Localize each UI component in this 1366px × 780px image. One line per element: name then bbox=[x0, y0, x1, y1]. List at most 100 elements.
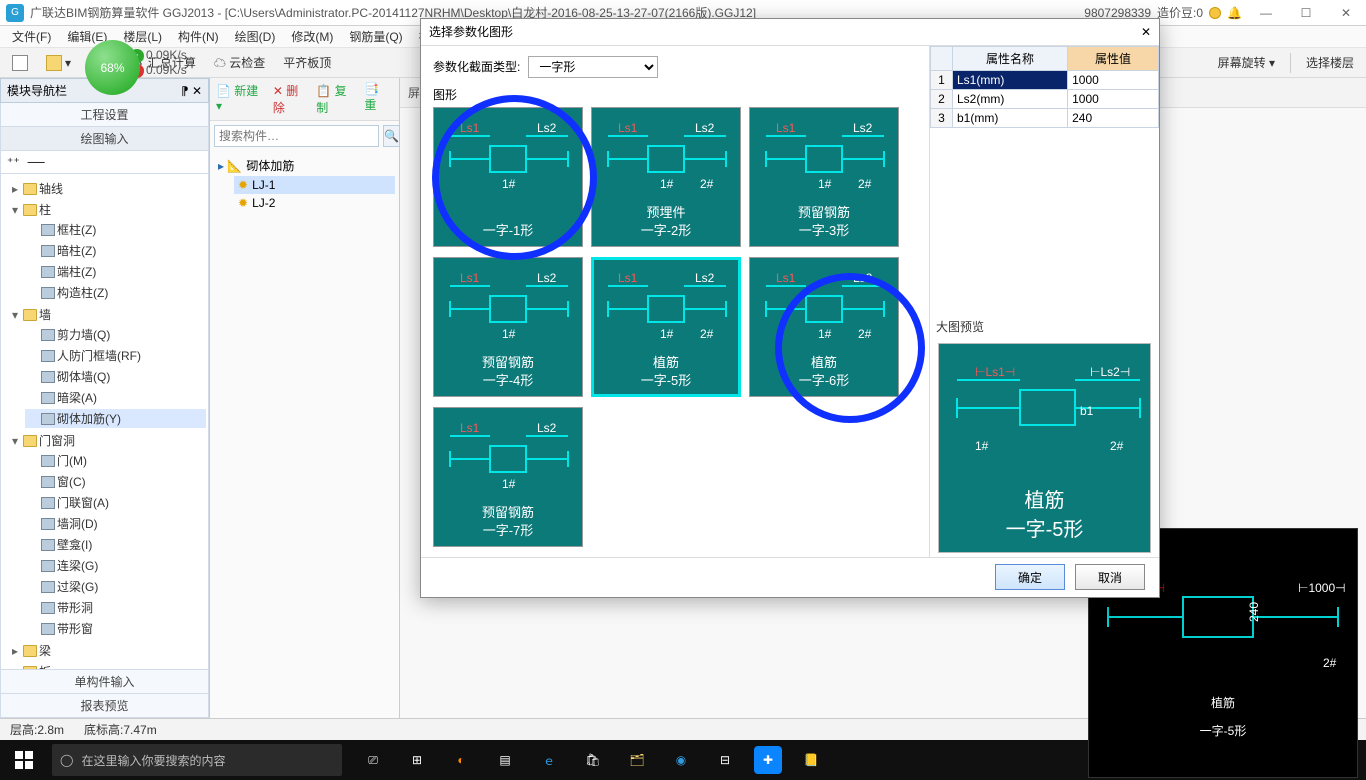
menu-rebar[interactable]: 钢筋量(Q) bbox=[343, 26, 408, 47]
close-button[interactable]: ✕ bbox=[1326, 0, 1366, 26]
svg-text:Ls2: Ls2 bbox=[537, 421, 557, 435]
start-button[interactable] bbox=[0, 740, 48, 780]
menu-draw[interactable]: 绘图(D) bbox=[229, 26, 282, 47]
list-item[interactable]: ✹LJ-2 bbox=[234, 194, 395, 212]
shape-tile[interactable]: Ls1 Ls2 1# 预留钢筋一字-4形 bbox=[433, 257, 583, 397]
search-button[interactable]: 🔍 bbox=[383, 125, 400, 147]
tab-report[interactable]: 报表预览 bbox=[0, 694, 209, 718]
tree-item[interactable]: 过梁(G) bbox=[25, 577, 206, 596]
shape-tile[interactable]: Ls1 Ls2 1# 2# 植筋一字-6形 bbox=[749, 257, 899, 397]
list-root[interactable]: ▸ 📐砌体加筋 bbox=[214, 155, 395, 176]
tab-draw[interactable]: 绘图输入 bbox=[0, 127, 209, 151]
delete-component-button[interactable]: ✕ 删除 bbox=[273, 82, 308, 116]
tree-item[interactable]: 暗梁(A) bbox=[25, 388, 206, 407]
tree-item[interactable]: ▾门窗洞 bbox=[7, 431, 206, 450]
dialog-close-icon[interactable]: ✕ bbox=[1141, 25, 1151, 39]
taskbar-search[interactable]: ◯ 在这里输入你要搜索的内容 bbox=[52, 744, 342, 776]
shape-tile[interactable]: Ls1 Ls2 1# 一字-1形 bbox=[433, 107, 583, 247]
tree-item[interactable]: 壁龛(I) bbox=[25, 535, 206, 554]
tree-item[interactable]: 砌体加筋(Y) bbox=[25, 409, 206, 428]
ok-button[interactable]: 确定 bbox=[995, 564, 1065, 590]
tree-item[interactable]: 连梁(G) bbox=[25, 556, 206, 575]
tree-item[interactable]: 人防门框墙(RF) bbox=[25, 346, 206, 365]
property-row[interactable]: 1Ls1(mm)1000 bbox=[931, 70, 1159, 89]
screen-rotate-button[interactable]: 屏幕旋转 ▾ bbox=[1212, 52, 1281, 73]
property-row[interactable]: 2Ls2(mm)1000 bbox=[931, 89, 1159, 108]
property-row[interactable]: 3b1(mm)240 bbox=[931, 108, 1159, 127]
select-floor-button[interactable]: 选择楼层 bbox=[1300, 52, 1360, 73]
tree-item[interactable]: 端柱(Z) bbox=[25, 262, 206, 281]
cancel-button[interactable]: 取消 bbox=[1075, 564, 1145, 590]
tree-item[interactable]: ▸轴线 bbox=[7, 179, 206, 198]
minimize-button[interactable]: — bbox=[1246, 0, 1286, 26]
taskbar-app-icon[interactable]: ▤ bbox=[484, 740, 526, 780]
type-select[interactable]: 一字形 bbox=[528, 56, 658, 78]
maximize-button[interactable]: ☐ bbox=[1286, 0, 1326, 26]
menu-file[interactable]: 文件(F) bbox=[6, 26, 57, 47]
list-item[interactable]: ✹LJ-1 bbox=[234, 176, 395, 194]
tree-item[interactable]: 框柱(Z) bbox=[25, 220, 206, 239]
tree-item[interactable]: ▾柱 bbox=[7, 200, 206, 219]
taskbar-app-icon[interactable]: ◉ bbox=[660, 740, 702, 780]
expand-all-icon[interactable]: ⁺⁺ bbox=[7, 155, 20, 169]
tab-project[interactable]: 工程设置 bbox=[0, 103, 209, 127]
tree-item[interactable]: ▸梁 bbox=[7, 641, 206, 660]
svg-text:2#: 2# bbox=[700, 327, 714, 341]
svg-text:1#: 1# bbox=[502, 327, 516, 341]
tab-single[interactable]: 单构件输入 bbox=[0, 670, 209, 694]
tree-item[interactable]: 剪力墙(Q) bbox=[25, 325, 206, 344]
param-shape-dialog: 选择参数化图形 ✕ 参数化截面类型: 一字形 图形 Ls1 Ls2 1# 一字-… bbox=[420, 18, 1160, 598]
speed-ball[interactable]: 68% bbox=[85, 40, 140, 95]
search-input[interactable] bbox=[214, 125, 379, 147]
tree-item[interactable]: 窗(C) bbox=[25, 472, 206, 491]
taskbar-app-icon[interactable]: 📒 bbox=[790, 740, 832, 780]
taskbar-app-icon[interactable]: ⊟ bbox=[704, 740, 746, 780]
tree-item[interactable]: ▸板 bbox=[7, 662, 206, 670]
new-file-icon[interactable] bbox=[6, 53, 34, 73]
taskbar-app-icon[interactable]: ✚ bbox=[754, 746, 782, 774]
property-table: 属性名称属性值 1Ls1(mm)10002Ls2(mm)10003b1(mm)2… bbox=[930, 46, 1159, 128]
shape-tile[interactable]: Ls1 Ls2 1# 预留钢筋一字-7形 bbox=[433, 407, 583, 547]
shape-tile[interactable]: Ls1 Ls2 1# 2# 预埋件一字-2形 bbox=[591, 107, 741, 247]
tree-item[interactable]: 门联窗(A) bbox=[25, 493, 206, 512]
new-component-button[interactable]: 📄 新建 ▾ bbox=[216, 82, 265, 116]
svg-text:2#: 2# bbox=[1323, 656, 1337, 670]
svg-text:1#: 1# bbox=[502, 477, 516, 491]
explorer-icon[interactable]: 🗂 bbox=[616, 740, 658, 780]
menu-component[interactable]: 构件(N) bbox=[172, 26, 225, 47]
tree-item[interactable]: 带形窗 bbox=[25, 619, 206, 638]
menu-modify[interactable]: 修改(M) bbox=[285, 26, 339, 47]
dialog-title: 选择参数化图形 bbox=[429, 23, 513, 40]
shape-tile[interactable]: Ls1 Ls2 1# 2# 植筋一字-5形 bbox=[591, 257, 741, 397]
open-file-icon[interactable]: ▾ bbox=[40, 53, 77, 73]
tree-item[interactable]: 带形洞 bbox=[25, 598, 206, 617]
nav-pin-icon[interactable]: ⁋ bbox=[181, 84, 189, 98]
tree-item[interactable]: ▾墙 bbox=[7, 305, 206, 324]
flat-top-button[interactable]: 平齐板顶 bbox=[277, 52, 337, 73]
svg-text:Ls1: Ls1 bbox=[460, 121, 480, 135]
collapse-all-icon[interactable]: ── bbox=[28, 155, 45, 169]
price-label: 造价豆:0 bbox=[1157, 4, 1203, 21]
svg-text:Ls1: Ls1 bbox=[776, 121, 796, 135]
tree-item[interactable]: 墙洞(D) bbox=[25, 514, 206, 533]
svg-text:1#: 1# bbox=[818, 177, 832, 191]
app-icon: G bbox=[6, 4, 24, 22]
heavy-button[interactable]: 📑 重 bbox=[364, 82, 393, 116]
bell-icon[interactable]: 🔔 bbox=[1227, 6, 1242, 20]
taskbar-app-icon[interactable]: ◐ bbox=[440, 740, 482, 780]
shape-tile[interactable]: Ls1 Ls2 1# 2# 预留钢筋一字-3形 bbox=[749, 107, 899, 247]
svg-text:1#: 1# bbox=[660, 327, 674, 341]
tree-item[interactable]: 暗柱(Z) bbox=[25, 241, 206, 260]
tree-item[interactable]: 砌体墙(Q) bbox=[25, 367, 206, 386]
nav-close-icon[interactable]: ✕ bbox=[192, 84, 202, 98]
task-view-icon[interactable]: ⎚ bbox=[352, 740, 394, 780]
svg-text:Ls2: Ls2 bbox=[537, 121, 557, 135]
edge-icon[interactable]: ｅ bbox=[528, 740, 570, 780]
cloud-check-button[interactable]: ☁ 云检查 bbox=[208, 52, 271, 73]
tree-item[interactable]: 构造柱(Z) bbox=[25, 283, 206, 302]
tree-item[interactable]: 门(M) bbox=[25, 451, 206, 470]
taskbar-app-icon[interactable]: ⊞ bbox=[396, 740, 438, 780]
copy-component-button[interactable]: 📋 复制 bbox=[316, 82, 356, 116]
store-icon[interactable]: 🛍 bbox=[572, 740, 614, 780]
component-tree: ▸轴线 ▾柱框柱(Z) 暗柱(Z) 端柱(Z) 构造柱(Z) ▾墙剪力墙(Q) 人防门框墙(… bbox=[0, 174, 209, 670]
